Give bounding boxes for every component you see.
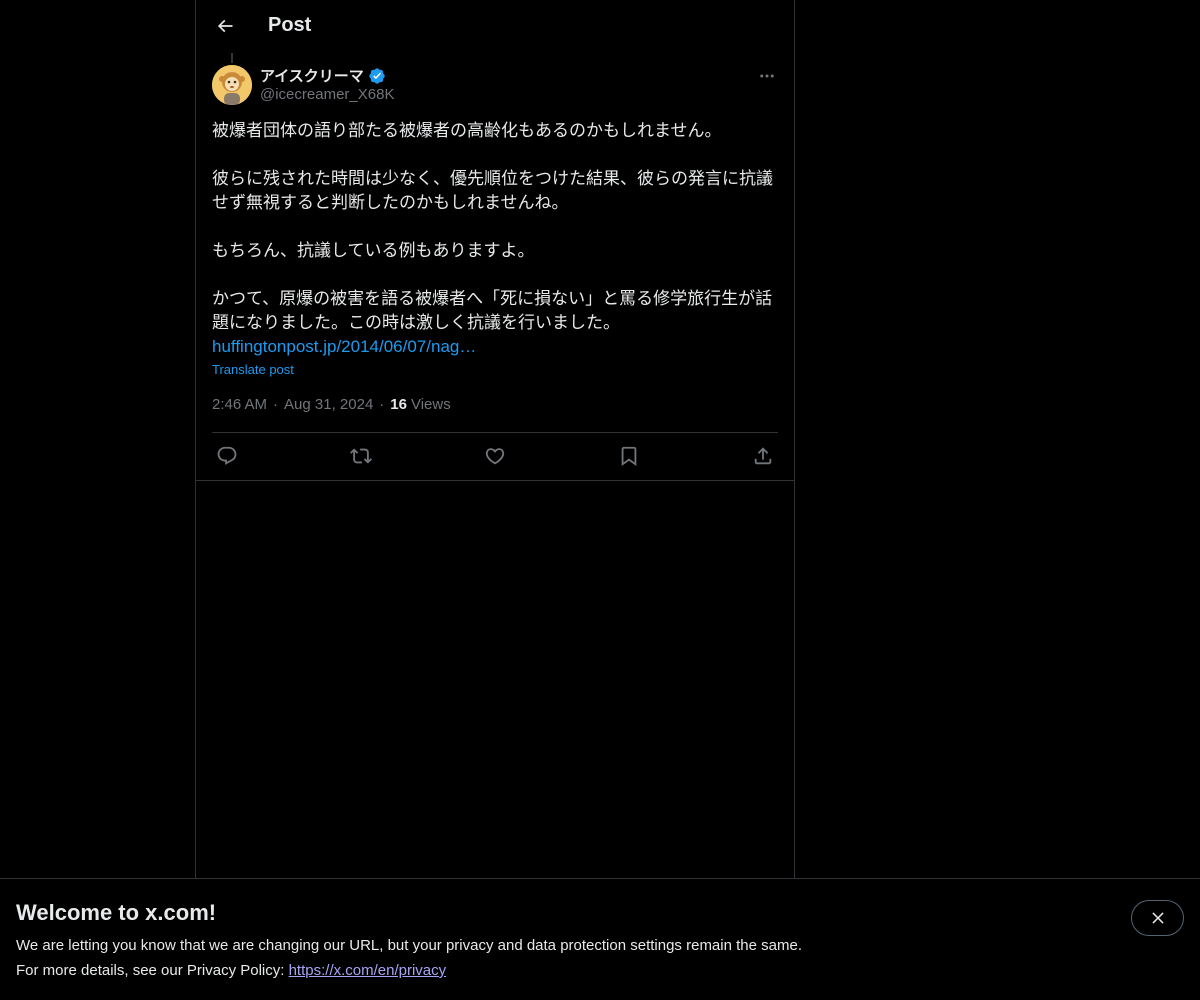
share-icon [754,447,772,465]
post-link[interactable]: huffingtonpost.jp/2014/06/07/nag… [212,335,476,359]
repost-button[interactable] [346,440,376,472]
avatar-image [212,65,252,105]
back-button[interactable] [208,9,242,43]
repost-icon [350,448,372,464]
meta-separator: · [273,396,279,413]
meta-separator: · [379,396,385,413]
thread-line [231,53,233,63]
like-button[interactable] [480,440,510,472]
post-actions [212,440,778,472]
bookmark-icon [621,446,637,467]
share-button[interactable] [748,440,778,472]
main-column: Post アイスクリーマ @icecreamer_X68K 被爆者団体の語り部た… [195,0,795,1000]
page-header: Post [196,0,794,53]
back-arrow-icon [217,19,233,33]
reply-icon [217,446,237,465]
views-count: 16 [390,396,407,413]
banner-title: Welcome to x.com! [16,900,217,925]
author-name-text: アイスクリーマ [260,68,364,85]
verified-badge-icon [369,67,385,84]
post-text: 被爆者団体の語り部たる被爆者の高齢化もあるのかもしれません。 彼らに残された時間… [212,121,773,333]
post-meta: 2:46 AM · Aug 31, 2024 · 16 Views [212,396,451,413]
like-icon [485,448,505,465]
reply-button[interactable] [212,440,242,472]
post-date[interactable]: Aug 31, 2024 [284,396,373,413]
page-title: Post [268,14,312,36]
more-icon [760,74,774,78]
views-label: Views [410,396,451,413]
divider [196,480,794,481]
author-name[interactable]: アイスクリーマ [260,65,386,86]
more-options-button[interactable] [755,65,779,87]
divider [212,432,778,433]
views: 16 Views [390,396,450,413]
close-icon [1151,912,1164,924]
banner-privacy-text: For more details, see our Privacy Policy… [16,962,289,979]
bookmark-button[interactable] [614,440,644,472]
close-banner-button[interactable] [1131,900,1184,936]
banner-message: We are letting you know that we are chan… [16,937,802,954]
welcome-banner: Welcome to x.com! We are letting you kno… [0,878,1200,1000]
author-handle[interactable]: @icecreamer_X68K [260,86,394,103]
translate-post-button[interactable]: Translate post [212,362,294,377]
banner-privacy-line: For more details, see our Privacy Policy… [16,962,446,979]
post-time[interactable]: 2:46 AM [212,396,267,413]
privacy-policy-link[interactable]: https://x.com/en/privacy [289,962,447,979]
avatar[interactable] [212,65,252,105]
